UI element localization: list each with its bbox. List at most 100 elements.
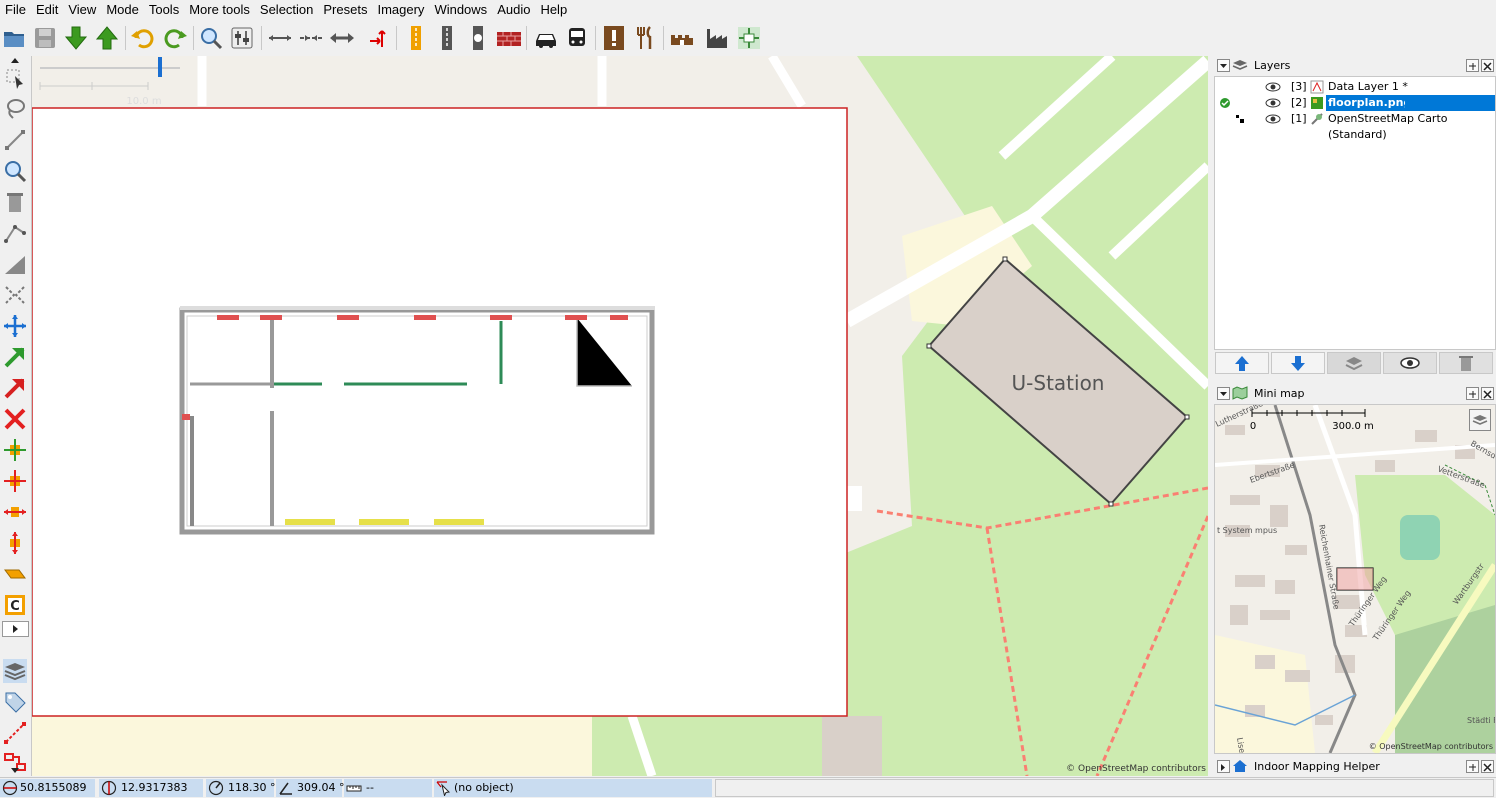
- zoom-icon[interactable]: [198, 25, 224, 51]
- close-indoor-button[interactable]: [1481, 760, 1494, 773]
- menu-file[interactable]: File: [0, 0, 31, 20]
- detach-indoor-button[interactable]: [1466, 760, 1479, 773]
- select-tool-icon[interactable]: [3, 66, 27, 90]
- street-icon[interactable]: [434, 25, 460, 51]
- detach-minimap-button[interactable]: [1466, 387, 1479, 400]
- layer-row[interactable]: [3] Data Layer 1 *: [1215, 79, 1495, 95]
- map-view[interactable]: U-Station 10.0 m © OpenStreetMap contrib…: [32, 56, 1208, 776]
- delete-layer-button[interactable]: [1439, 352, 1493, 374]
- latitude-icon: [2, 780, 18, 796]
- collapse-minimap-button[interactable]: [1217, 387, 1230, 400]
- map-canvas[interactable]: U-Station 10.0 m © OpenStreetMap contrib…: [32, 56, 1208, 776]
- zoom-tool-icon[interactable]: [3, 159, 27, 183]
- collapse-layers-button[interactable]: [1217, 59, 1230, 72]
- mini-scale-end: 300.0 m: [1332, 421, 1374, 432]
- toggle-visibility-button[interactable]: [1383, 352, 1437, 374]
- move-tool-icon[interactable]: [3, 314, 27, 338]
- layers-panel-header[interactable]: Layers: [1214, 57, 1496, 74]
- close-minimap-button[interactable]: [1481, 387, 1494, 400]
- layer-row[interactable]: [1] OpenStreetMap Carto (Standard): [1215, 111, 1495, 141]
- lasso-tool-icon[interactable]: [3, 97, 27, 121]
- factory-icon[interactable]: [704, 25, 730, 51]
- indoor-helper-icon[interactable]: [736, 25, 762, 51]
- c-tool-icon[interactable]: C: [3, 593, 27, 617]
- minimap-layers-button[interactable]: [1469, 409, 1491, 431]
- move-arrows-icon[interactable]: [366, 25, 392, 51]
- reverse-way-icon[interactable]: [329, 25, 355, 51]
- merge-layer-button[interactable]: [1327, 352, 1381, 374]
- flip-vertical-icon[interactable]: [3, 531, 27, 555]
- castle-icon[interactable]: [669, 25, 695, 51]
- undo-icon[interactable]: [130, 25, 156, 51]
- menu-imagery[interactable]: Imagery: [372, 0, 429, 20]
- delete-tool-icon[interactable]: [3, 190, 27, 214]
- selection-field: (no object): [434, 779, 712, 797]
- combine-arrow-icon[interactable]: [3, 345, 27, 369]
- indoor-panel-header[interactable]: Indoor Mapping Helper: [1214, 758, 1496, 775]
- menu-selection[interactable]: Selection: [255, 0, 318, 20]
- preferences-icon[interactable]: [229, 25, 255, 51]
- svg-text:C: C: [10, 599, 20, 614]
- save-icon[interactable]: [32, 25, 58, 51]
- bus-icon[interactable]: [564, 25, 590, 51]
- menu-tools[interactable]: Tools: [144, 0, 184, 20]
- car-icon[interactable]: [533, 25, 559, 51]
- visibility-eye-icon[interactable]: [1265, 97, 1281, 109]
- building-node[interactable]: [1002, 256, 1008, 262]
- menu-more-tools[interactable]: More tools: [184, 0, 255, 20]
- scroll-up-icon[interactable]: [3, 56, 27, 64]
- floorplan-image[interactable]: [32, 107, 848, 717]
- menu-edit[interactable]: Edit: [31, 0, 63, 20]
- building-node[interactable]: [1184, 414, 1190, 420]
- menu-view[interactable]: View: [63, 0, 101, 20]
- restaurant-icon[interactable]: [632, 25, 658, 51]
- menu-help[interactable]: Help: [535, 0, 572, 20]
- map-attribution[interactable]: © OpenStreetMap contributors: [1066, 764, 1206, 774]
- move-layer-down-button[interactable]: [1271, 352, 1325, 374]
- zoom-slider-thumb[interactable]: [158, 57, 162, 77]
- combine-way-icon[interactable]: [298, 25, 324, 51]
- menu-mode[interactable]: Mode: [101, 0, 144, 20]
- visibility-eye-icon[interactable]: [1265, 81, 1281, 93]
- wall-icon[interactable]: [496, 25, 522, 51]
- remove-icon[interactable]: [3, 407, 27, 431]
- align-icon[interactable]: [3, 562, 27, 586]
- expand-icon: [1221, 764, 1225, 771]
- split-arrow-icon[interactable]: [3, 376, 27, 400]
- tag-icon[interactable]: [3, 690, 27, 714]
- visibility-eye-icon[interactable]: [1265, 113, 1281, 125]
- selection-cursor-icon: [436, 781, 451, 796]
- mini-map-canvas[interactable]: 0 300.0 m Lutherstraße Ebertstraße Reich…: [1215, 405, 1495, 753]
- menu-audio[interactable]: Audio: [492, 0, 535, 20]
- menu-windows[interactable]: Windows: [429, 0, 492, 20]
- hazard-icon[interactable]: [601, 25, 627, 51]
- detach-layers-button[interactable]: [1466, 59, 1479, 72]
- flip-horizontal-icon[interactable]: [3, 500, 27, 524]
- menu-presets[interactable]: Presets: [318, 0, 372, 20]
- upload-icon[interactable]: [94, 25, 120, 51]
- close-layers-button[interactable]: [1481, 59, 1494, 72]
- rotate-icon[interactable]: [3, 469, 27, 493]
- parallel-tool-icon[interactable]: [3, 221, 27, 245]
- building-node[interactable]: [1108, 501, 1114, 507]
- minimap-panel-header[interactable]: Mini map: [1214, 385, 1496, 402]
- measure-icon[interactable]: [3, 721, 27, 745]
- bus-stop-sign-icon[interactable]: [465, 25, 491, 51]
- layers-toggle-icon[interactable]: [3, 659, 27, 683]
- scroll-down-icon[interactable]: [3, 766, 27, 776]
- improve-way-icon[interactable]: [3, 252, 27, 276]
- mini-map[interactable]: 0 300.0 m Lutherstraße Ebertstraße Reich…: [1214, 404, 1496, 754]
- road-icon[interactable]: [403, 25, 429, 51]
- scale-icon[interactable]: [3, 438, 27, 462]
- building-node[interactable]: [926, 343, 932, 349]
- split-way-icon[interactable]: [267, 25, 293, 51]
- expand-indoor-button[interactable]: [1217, 760, 1230, 773]
- open-file-icon[interactable]: [2, 25, 28, 51]
- more-tools-toggle[interactable]: [2, 621, 29, 637]
- draw-tool-icon[interactable]: [3, 128, 27, 152]
- layer-row-selected[interactable]: [2] floorplan.png: [1215, 95, 1495, 111]
- redo-icon[interactable]: [162, 25, 188, 51]
- move-layer-up-button[interactable]: [1215, 352, 1269, 374]
- extrude-tool-icon[interactable]: [3, 283, 27, 307]
- download-icon[interactable]: [63, 25, 89, 51]
